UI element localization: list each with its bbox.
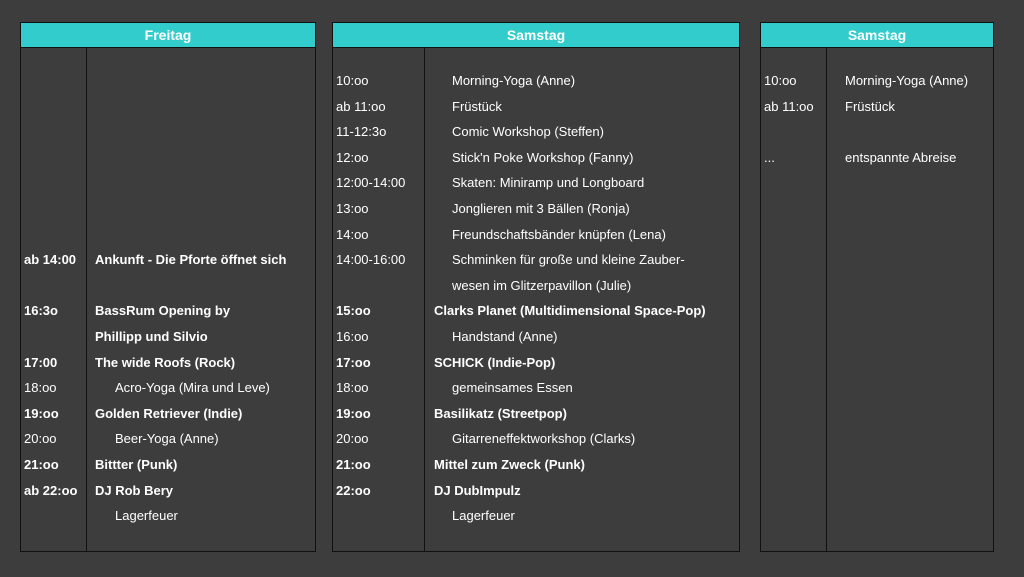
schedule-row: ab 22:oo DJ Rob Bery <box>21 478 315 503</box>
day-header: Samstag <box>333 23 739 48</box>
event-cell: gemeinsames Essen <box>452 380 573 396</box>
time-cell: 16:3o <box>24 303 58 319</box>
schedule-row: 10:oo Morning-Yoga (Anne) <box>761 68 993 93</box>
time-cell: 21:oo <box>24 457 59 472</box>
time-cell: 16:oo <box>336 329 369 344</box>
schedule-row: ab 11:oo Früstück <box>333 94 739 119</box>
schedule-row: 14:00-16:00 Schminken für große und klein… <box>333 247 739 272</box>
schedule-panel-saturday: Samstag 10:oo Morning-Yoga (Anne) ab 11:oo… <box>332 22 740 552</box>
event-cell: Golden Retriever (Indie) <box>95 405 243 421</box>
time-cell: 10:oo <box>336 73 369 88</box>
time-cell: 18:oo <box>24 380 57 396</box>
time-cell: 21:oo <box>336 457 371 472</box>
time-cell: 14:oo <box>336 226 369 242</box>
time-cell: 18:oo <box>336 380 369 396</box>
schedule-row: 18:oo gemeinsames Essen <box>333 375 739 400</box>
time-cell: ab 22:oo <box>24 482 78 498</box>
time-cell: 17:oo <box>336 354 371 370</box>
schedule-row: 16:oo Handstand (Anne) <box>333 324 739 349</box>
event-cell: Comic Workshop (Steffen) <box>452 124 604 140</box>
schedule-row: 20:oo Beer-Yoga (Anne) <box>21 426 315 451</box>
time-cell: ab 11:oo <box>764 98 814 114</box>
event-cell: DJ Rob Bery <box>95 482 174 498</box>
schedule-row: 22:oo DJ DubImpulz <box>333 478 739 503</box>
schedule-row: ... entspannte Abreise <box>761 145 993 170</box>
schedule-row: 17:oo SCHICK (Indie-Pop) <box>333 350 739 375</box>
event-cell: Clarks Planet (Multidimensional Space-Po… <box>434 303 706 319</box>
day-header: Samstag <box>761 23 993 48</box>
time-cell: 12:00-14:00 <box>336 175 406 191</box>
event-cell: wesen im Glitzerpavillon (Julie) <box>452 277 632 293</box>
time-cell: 11-12:3o <box>336 124 387 140</box>
time-cell: 22:oo <box>336 482 371 498</box>
event-cell: Jonglieren mit 3 Bällen (Ronja) <box>452 201 630 216</box>
schedule-row: 11-12:3o Comic Workshop (Steffen) <box>333 119 739 144</box>
schedule-row: Phillipp und Silvio <box>21 324 315 349</box>
schedule-row: ab 14:00 Ankunft - Die Pforte öffnet sich <box>21 247 315 272</box>
time-cell: 20:oo <box>24 431 57 447</box>
schedule-row: 19:oo Basilikatz (Streetpop) <box>333 401 739 426</box>
event-cell: Morning-Yoga (Anne) <box>452 73 576 88</box>
event-cell: The wide Roofs (Rock) <box>95 354 236 370</box>
event-cell: Beer-Yoga (Anne) <box>115 431 219 447</box>
event-cell: Gitarreneffektworkshop (Clarks) <box>452 431 636 447</box>
event-cell: Freundschaftsbänder knüpfen (Lena) <box>452 226 666 242</box>
schedule-row: 21:oo Bittter (Punk) <box>21 452 315 477</box>
time-cell: 10:oo <box>764 73 797 88</box>
time-cell: 20:oo <box>336 431 369 447</box>
schedule-row: 20:oo Gitarreneffektworkshop (Clarks) <box>333 426 739 451</box>
event-cell: Früstück <box>845 98 895 114</box>
schedule-row: 19:oo Golden Retriever (Indie) <box>21 401 315 426</box>
time-cell: 19:oo <box>24 405 59 421</box>
schedule-row: 15:oo Clarks Planet (Multidimensional Spa… <box>333 298 739 323</box>
event-cell: Früstück <box>452 98 502 114</box>
schedule-row: 21:oo Mittel zum Zweck (Punk) <box>333 452 739 477</box>
event-cell: Acro-Yoga (Mira und Leve) <box>115 380 270 396</box>
schedule-panel-friday: Freitag ab 14:00 Ankunft - Die Pforte öff… <box>20 22 316 552</box>
schedule-row: Lagerfeuer <box>333 503 739 528</box>
schedule-row: 14:oo Freundschaftsbänder knüpfen (Lena) <box>333 222 739 247</box>
schedule-row: wesen im Glitzerpavillon (Julie) <box>333 273 739 298</box>
event-cell: Lagerfeuer <box>452 508 515 524</box>
schedule-rows: 10:oo Morning-Yoga (Anne) ab 11:oo Früstück… <box>761 48 993 551</box>
schedule-row: Lagerfeuer <box>21 503 315 528</box>
schedule-rows: 10:oo Morning-Yoga (Anne) ab 11:oo Früstück… <box>333 48 739 551</box>
schedule-row: 13:oo Jonglieren mit 3 Bällen (Ronja) <box>333 196 739 221</box>
event-cell: Basilikatz (Streetpop) <box>434 405 567 421</box>
time-cell: 14:00-16:00 <box>336 252 406 268</box>
schedule-row: 18:oo Acro-Yoga (Mira und Leve) <box>21 375 315 400</box>
event-cell: Bittter (Punk) <box>95 457 178 472</box>
event-cell: Phillipp und Silvio <box>95 329 208 344</box>
time-cell: ab 14:00 <box>24 252 77 268</box>
schedule-row: 12:00-14:00 Skaten: Miniramp und Longboar… <box>333 170 739 195</box>
schedule-rows: ab 14:00 Ankunft - Die Pforte öffnet sich… <box>21 48 315 551</box>
event-cell: Schminken für große und kleine Zauber- <box>452 252 685 268</box>
event-cell: Morning-Yoga (Anne) <box>845 73 969 88</box>
schedule-panel-sunday: Samstag 10:oo Morning-Yoga (Anne) ab 11:oo… <box>760 22 994 552</box>
event-cell: SCHICK (Indie-Pop) <box>434 354 556 370</box>
day-header: Freitag <box>21 23 315 48</box>
time-cell: ... <box>764 149 775 165</box>
schedule-row: 16:3o BassRum Opening by <box>21 298 315 323</box>
time-cell: 12:oo <box>336 149 369 165</box>
time-cell: 13:oo <box>336 201 369 216</box>
time-cell: 19:oo <box>336 405 371 421</box>
event-cell: Skaten: Miniramp und Longboard <box>452 175 645 191</box>
event-cell: Lagerfeuer <box>115 508 178 524</box>
time-cell: 17:00 <box>24 354 58 370</box>
schedule-row: 10:oo Morning-Yoga (Anne) <box>333 68 739 93</box>
event-cell: Mittel zum Zweck (Punk) <box>434 457 585 472</box>
event-cell: Handstand (Anne) <box>452 329 558 344</box>
event-cell: Ankunft - Die Pforte öffnet sich <box>95 252 287 268</box>
schedule-row: 12:oo Stick'n Poke Workshop (Fanny) <box>333 145 739 170</box>
event-cell: BassRum Opening by <box>95 303 231 319</box>
event-cell: Stick'n Poke Workshop (Fanny) <box>452 149 634 165</box>
time-cell: 15:oo <box>336 303 371 319</box>
schedule-row: 17:00 The wide Roofs (Rock) <box>21 350 315 375</box>
schedule-row: ab 11:oo Früstück <box>761 94 993 119</box>
time-cell: ab 11:oo <box>336 98 386 114</box>
event-cell: entspannte Abreise <box>845 149 957 165</box>
event-cell: DJ DubImpulz <box>434 482 521 498</box>
